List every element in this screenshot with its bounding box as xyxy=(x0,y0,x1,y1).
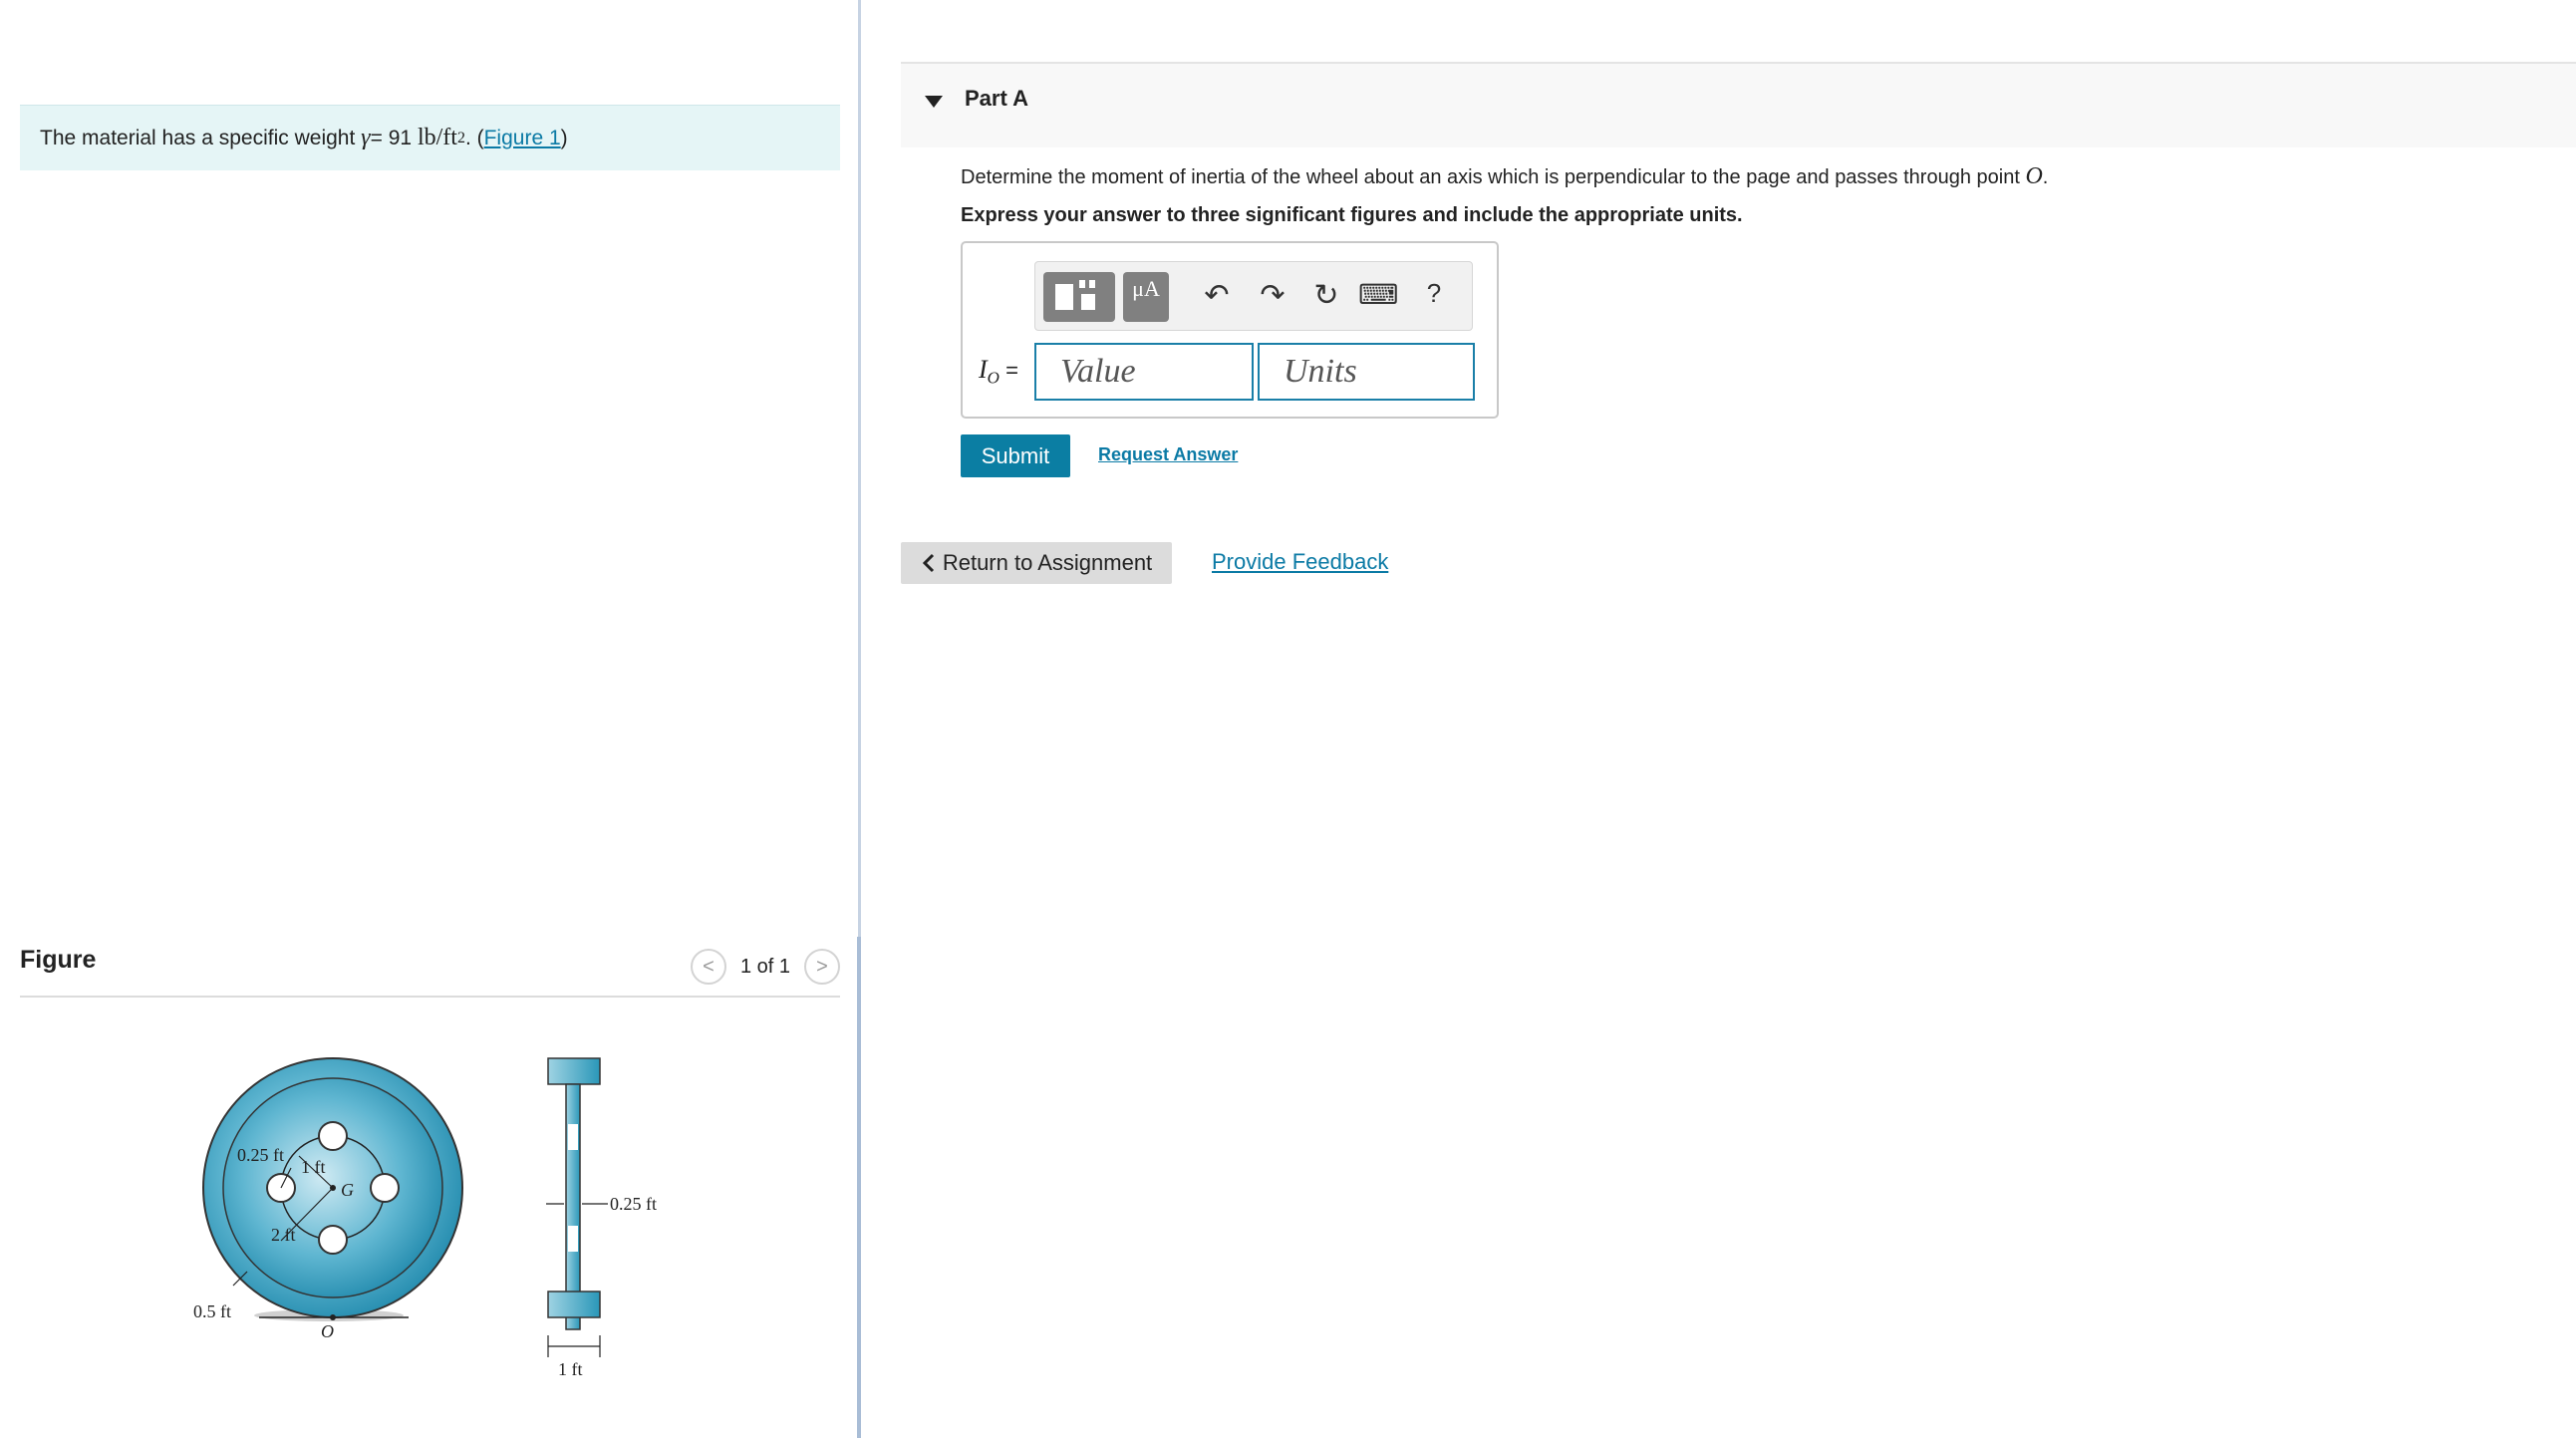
keyboard-icon[interactable]: ⌨ xyxy=(1358,278,1398,311)
figure-pager: < 1 of 1 > xyxy=(690,949,840,985)
collapse-arrow-icon[interactable] xyxy=(925,96,943,108)
instruction-text: Express your answer to three significant… xyxy=(961,204,1743,226)
label-web-thickness: 0.25 ft xyxy=(610,1194,657,1214)
gamma-units: lb/ft xyxy=(417,125,457,150)
templates-icon xyxy=(1055,280,1095,310)
problem-punct: . ( xyxy=(464,126,484,149)
pager-count: 1 of 1 xyxy=(739,955,790,978)
label-hole-radius: 0.25 ft xyxy=(237,1145,284,1165)
redo-icon[interactable]: ↷ xyxy=(1253,278,1292,313)
question-body: Determine the moment of inertia of the w… xyxy=(961,166,2020,188)
side-hole-bottom xyxy=(568,1226,578,1252)
label-inner-radius: 1 ft xyxy=(301,1157,326,1177)
answer-box: μA ↶ ↷ ↻ ⌨ ? IO = Value Units xyxy=(961,241,1499,419)
reset-icon[interactable]: ↻ xyxy=(1306,278,1346,313)
submit-button[interactable]: Submit xyxy=(961,434,1070,477)
gamma-symbol: γ xyxy=(361,125,371,150)
templates-button[interactable] xyxy=(1043,272,1115,322)
help-icon[interactable]: ? xyxy=(1414,278,1454,309)
units-button[interactable]: μA xyxy=(1123,272,1169,322)
label-width: 1 ft xyxy=(558,1359,583,1379)
hole-top xyxy=(318,1121,348,1151)
figure-link[interactable]: Figure 1 xyxy=(484,127,561,150)
io-symbol: I xyxy=(979,355,988,384)
prev-figure-button[interactable]: < xyxy=(690,949,726,985)
request-answer-link[interactable]: Request Answer xyxy=(1098,444,1238,465)
provide-feedback-link[interactable]: Provide Feedback xyxy=(1212,549,1388,575)
part-a-header[interactable]: Part A xyxy=(901,62,2576,147)
io-label: IO = xyxy=(979,355,1018,388)
value-input[interactable]: Value xyxy=(1034,343,1254,401)
chevron-left-icon xyxy=(922,553,934,573)
return-to-assignment-button[interactable]: Return to Assignment xyxy=(901,542,1172,584)
units-button-label: μA xyxy=(1132,276,1160,301)
label-rim: 0.5 ft xyxy=(193,1301,231,1321)
part-a-title: Part A xyxy=(965,86,1028,111)
hole-right xyxy=(370,1173,400,1203)
chevron-right-icon: > xyxy=(816,955,828,978)
gamma-value: = 91 xyxy=(370,126,413,149)
label-point-o: O xyxy=(321,1321,334,1341)
figure-header: Figure < 1 of 1 > xyxy=(20,942,840,998)
label-center-g: G xyxy=(341,1180,354,1200)
figure-title: Figure xyxy=(20,946,97,974)
question-point: O xyxy=(2025,163,2043,189)
side-bottom-flange xyxy=(547,1291,601,1318)
left-panel: The material has a specific weight γ = 9… xyxy=(0,0,859,1438)
value-placeholder: Value xyxy=(1060,353,1136,390)
io-equals: = xyxy=(999,358,1018,383)
question-text: Determine the moment of inertia of the w… xyxy=(961,163,2048,190)
units-input[interactable]: Units xyxy=(1258,343,1475,401)
problem-prefix: The material has a specific weight xyxy=(40,126,356,149)
chevron-left-icon: < xyxy=(703,955,715,978)
side-top-flange xyxy=(547,1057,601,1085)
gamma-exponent: 2 xyxy=(456,129,465,146)
problem-close: ) xyxy=(560,126,568,149)
wheel-figure: 0.25 ft 1 ft G 2 ft 0.5 ft O 0.25 ft 1 f… xyxy=(193,1057,657,1379)
io-subscript: O xyxy=(987,368,1000,388)
units-placeholder: Units xyxy=(1284,353,1357,390)
return-label: Return to Assignment xyxy=(942,550,1153,575)
point-o xyxy=(330,1314,336,1320)
hole-bottom xyxy=(318,1225,348,1255)
undo-icon[interactable]: ↶ xyxy=(1197,278,1237,313)
side-hole-top xyxy=(568,1124,578,1150)
math-toolbar: μA ↶ ↷ ↻ ⌨ ? xyxy=(1034,261,1473,331)
question-end: . xyxy=(2042,166,2049,188)
label-outer-radius: 2 ft xyxy=(271,1225,296,1245)
next-figure-button[interactable]: > xyxy=(804,949,840,985)
right-panel: Part A Determine the moment of inertia o… xyxy=(861,0,2576,1438)
problem-statement: The material has a specific weight γ = 9… xyxy=(20,105,840,170)
